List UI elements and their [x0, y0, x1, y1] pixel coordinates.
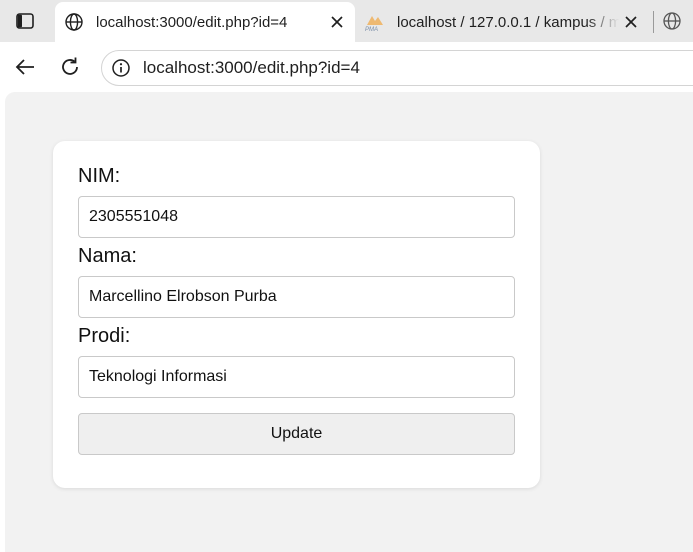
close-icon[interactable]: [325, 10, 349, 34]
nim-label: NIM:: [78, 165, 121, 187]
globe-icon: [62, 10, 86, 34]
tab-phpmyadmin[interactable]: PMA localhost / 127.0.0.1 / kampus / m: [359, 2, 649, 42]
update-button[interactable]: Update: [78, 413, 515, 455]
reload-button[interactable]: [57, 54, 83, 80]
globe-icon[interactable]: [660, 9, 684, 33]
svg-text:PMA: PMA: [365, 27, 378, 32]
tab-strip: localhost:3000/edit.php?id=4 PMA localho…: [0, 0, 693, 42]
phpmyadmin-icon: PMA: [363, 10, 387, 34]
reload-icon: [62, 57, 78, 75]
browser-toolbar: localhost:3000/edit.php?id=4: [0, 42, 693, 92]
prodi-input[interactable]: [78, 356, 515, 398]
nim-input[interactable]: [78, 196, 515, 238]
nama-input[interactable]: [78, 276, 515, 318]
arrow-left-icon: [15, 59, 34, 75]
url-text: localhost:3000/edit.php?id=4: [143, 58, 360, 77]
back-button[interactable]: [12, 54, 38, 80]
tab-separator: [653, 11, 654, 33]
nama-label: Nama:: [78, 245, 137, 267]
tab-title: localhost / 127.0.0.1 / kampus / m: [397, 13, 619, 31]
address-bar[interactable]: localhost:3000/edit.php?id=4: [101, 50, 693, 86]
tab-actions-button[interactable]: [7, 7, 43, 35]
tab-actions-icon: [16, 13, 34, 29]
close-icon[interactable]: [619, 10, 643, 34]
info-icon[interactable]: [110, 57, 132, 79]
prodi-label: Prodi:: [78, 325, 131, 347]
tab-edit-page[interactable]: localhost:3000/edit.php?id=4: [55, 2, 355, 42]
edit-form-card: NIM: Nama: Prodi: Update: [53, 141, 540, 488]
tab-title: localhost:3000/edit.php?id=4: [96, 13, 288, 31]
